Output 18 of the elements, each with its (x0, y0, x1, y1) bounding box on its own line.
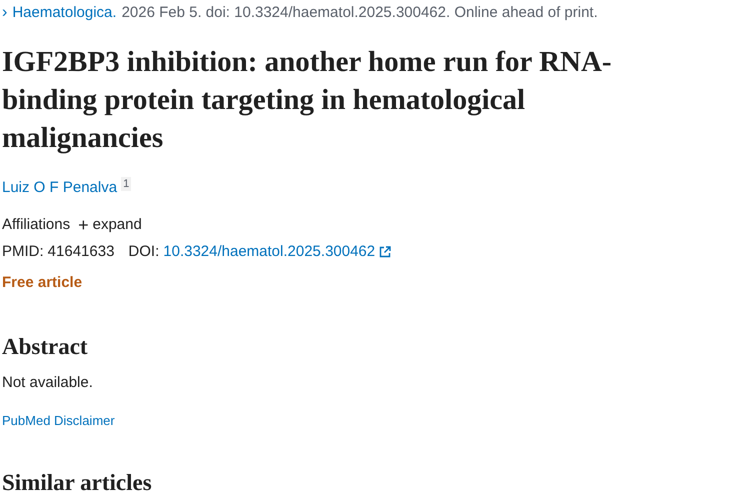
journal-link[interactable]: Haematologica. (12, 3, 117, 23)
doi-link[interactable]: 10.3324/haematol.2025.300462 (163, 242, 376, 262)
pmid-label: PMID: (2, 242, 44, 262)
citation-details: 2026 Feb 5. doi: 10.3324/haematol.2025.300462. Online ahead of print. (122, 3, 598, 23)
abstract-text: Not available. (2, 372, 94, 392)
chevron-icon: › (2, 3, 8, 23)
affiliation-number[interactable]: 1 (121, 177, 132, 191)
section-heading: Abstract (2, 332, 89, 360)
pmid-value: 41641633 (48, 242, 114, 262)
author-link[interactable]: Luiz O F Penalva (2, 177, 118, 200)
expand-button[interactable]: + expand (78, 214, 142, 236)
external-link-icon (379, 246, 392, 258)
section-heading: Similar articles (2, 468, 153, 496)
free-article-label: Free article (2, 273, 84, 293)
disclaimer-link[interactable]: PubMed Disclaimer (2, 411, 115, 430)
article-title: IGF2BP3 inhibition: another home run for RNA-binding protein targeting in hematological malignancies (2, 45, 613, 156)
affiliations-label: Affiliations (2, 214, 70, 234)
doi-label: DOI: (128, 242, 160, 262)
